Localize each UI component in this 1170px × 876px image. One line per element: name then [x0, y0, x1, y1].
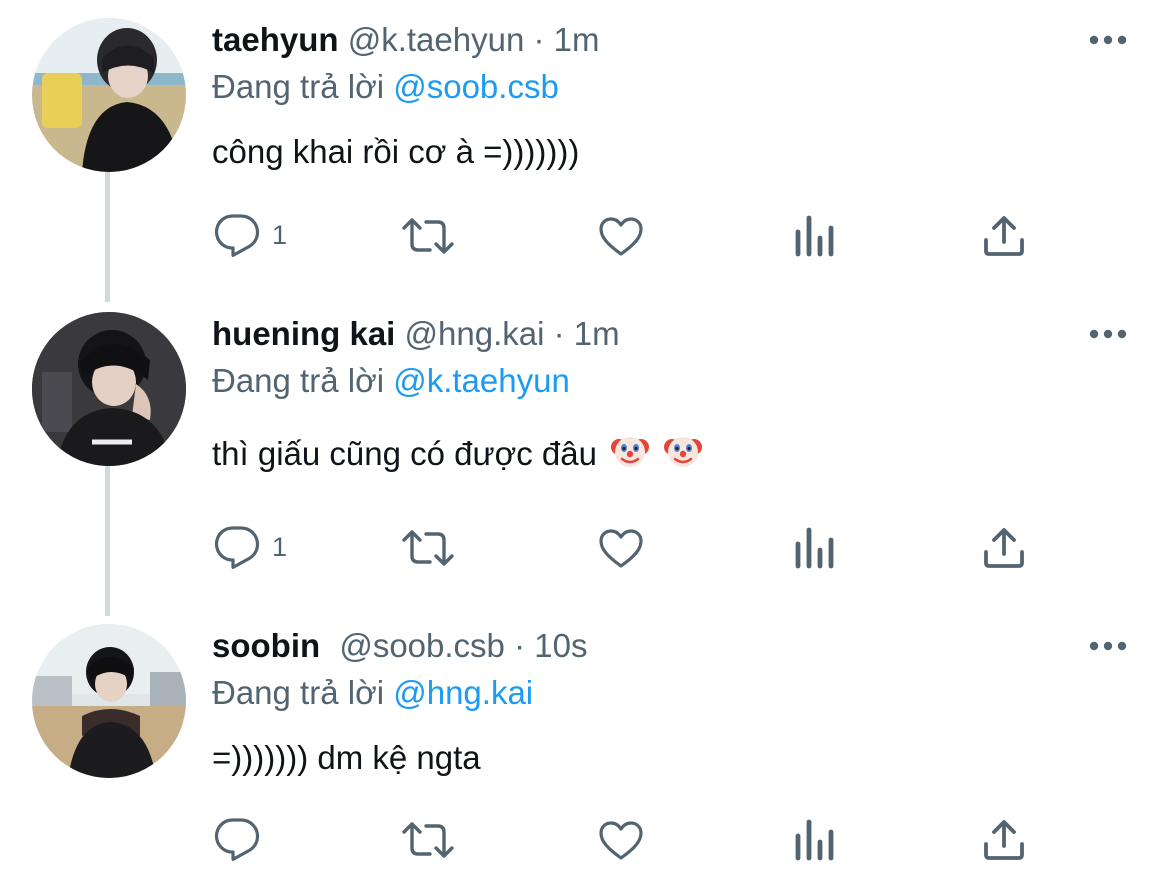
share-icon	[984, 216, 1024, 256]
reply-icon	[214, 214, 260, 257]
mention-link[interactable]: @soob.csb	[393, 68, 559, 105]
share-button[interactable]	[980, 210, 1040, 260]
tweet-text: =))))))) dm kệ ngta	[212, 739, 481, 776]
replying-to: Đang trả lời @hng.kai	[212, 671, 533, 715]
display-name[interactable]: huening kai	[212, 315, 395, 352]
tweet-soobin[interactable]: soobin @soob.csb · 10s Đang trả lời @hng…	[0, 624, 1170, 874]
share-button[interactable]	[980, 522, 1040, 572]
analytics-icon	[795, 527, 834, 569]
timestamp[interactable]: 10s	[534, 627, 587, 664]
tweet-actions: 1	[212, 210, 1112, 260]
user-handle[interactable]: @soob.csb	[339, 627, 505, 664]
tweet-text-line: thì giấu cũng có được đâu	[212, 430, 703, 478]
timestamp[interactable]: 1m	[574, 315, 620, 352]
like-button[interactable]	[597, 210, 657, 260]
more-icon	[1089, 329, 1127, 339]
replying-to-label: Đang trả lời	[212, 362, 385, 399]
more-icon	[1089, 35, 1127, 45]
analytics-icon	[795, 819, 834, 861]
replying-to-label: Đang trả lời	[212, 68, 385, 105]
user-handle[interactable]: @k.taehyun	[348, 21, 525, 58]
retweet-button[interactable]	[400, 814, 460, 864]
retweet-icon	[402, 822, 454, 858]
views-button[interactable]	[792, 814, 852, 864]
tweet-header: huening kai @hng.kai · 1m	[212, 312, 620, 356]
more-options-button[interactable]	[1086, 18, 1130, 62]
tweet-text: công khai rồi cơ à =)))))))	[212, 133, 580, 170]
reply-count: 1	[272, 532, 288, 562]
retweet-button[interactable]	[400, 210, 460, 260]
separator: ·	[553, 315, 565, 352]
timestamp[interactable]: 1m	[554, 21, 600, 58]
avatar-soobin[interactable]	[32, 624, 186, 778]
reply-button[interactable]: 1	[212, 522, 302, 572]
reply-count: 1	[272, 220, 288, 250]
more-options-button[interactable]	[1086, 312, 1130, 356]
heart-icon	[599, 529, 643, 568]
replying-to: Đang trả lời @soob.csb	[212, 65, 559, 109]
display-name[interactable]: taehyun	[212, 21, 339, 58]
reply-icon	[214, 526, 260, 569]
separator: ·	[533, 21, 545, 58]
replying-to: Đang trả lời @k.taehyun	[212, 359, 570, 403]
heart-icon	[599, 217, 643, 256]
tweet-actions	[212, 814, 1112, 864]
avatar-taehyun[interactable]	[32, 18, 186, 172]
avatar-huening-kai[interactable]	[32, 312, 186, 466]
more-options-button[interactable]	[1086, 624, 1130, 668]
tweet-actions: 1	[212, 522, 1112, 572]
reply-icon	[214, 818, 260, 861]
tweet-header: taehyun @k.taehyun · 1m	[212, 18, 600, 62]
user-handle[interactable]: @hng.kai	[405, 315, 545, 352]
tweet-header: soobin @soob.csb · 10s	[212, 624, 587, 668]
mention-link[interactable]: @k.taehyun	[393, 362, 570, 399]
share-button[interactable]	[980, 814, 1040, 864]
tweet-taehyun[interactable]: taehyun @k.taehyun · 1m Đang trả lời @so…	[0, 18, 1170, 288]
share-icon	[984, 528, 1024, 568]
mention-link[interactable]: @hng.kai	[393, 674, 533, 711]
clown-face-icon	[663, 431, 703, 484]
reply-button[interactable]: 1	[212, 210, 302, 260]
heart-icon	[599, 821, 643, 860]
tweet-huening-kai[interactable]: huening kai @hng.kai · 1m Đang trả lời @…	[0, 312, 1170, 602]
replying-to-label: Đang trả lời	[212, 674, 385, 711]
retweet-button[interactable]	[400, 522, 460, 572]
more-icon	[1089, 641, 1127, 651]
views-button[interactable]	[792, 210, 852, 260]
reply-button[interactable]	[212, 814, 302, 864]
like-button[interactable]	[597, 522, 657, 572]
display-name[interactable]: soobin	[212, 627, 320, 664]
retweet-icon	[402, 218, 454, 254]
views-button[interactable]	[792, 522, 852, 572]
analytics-icon	[795, 215, 834, 257]
tweet-text: thì giấu cũng có được đâu	[212, 435, 597, 472]
retweet-icon	[402, 530, 454, 566]
like-button[interactable]	[597, 814, 657, 864]
share-icon	[984, 820, 1024, 860]
clown-face-icon	[610, 431, 650, 484]
separator: ·	[514, 627, 526, 664]
